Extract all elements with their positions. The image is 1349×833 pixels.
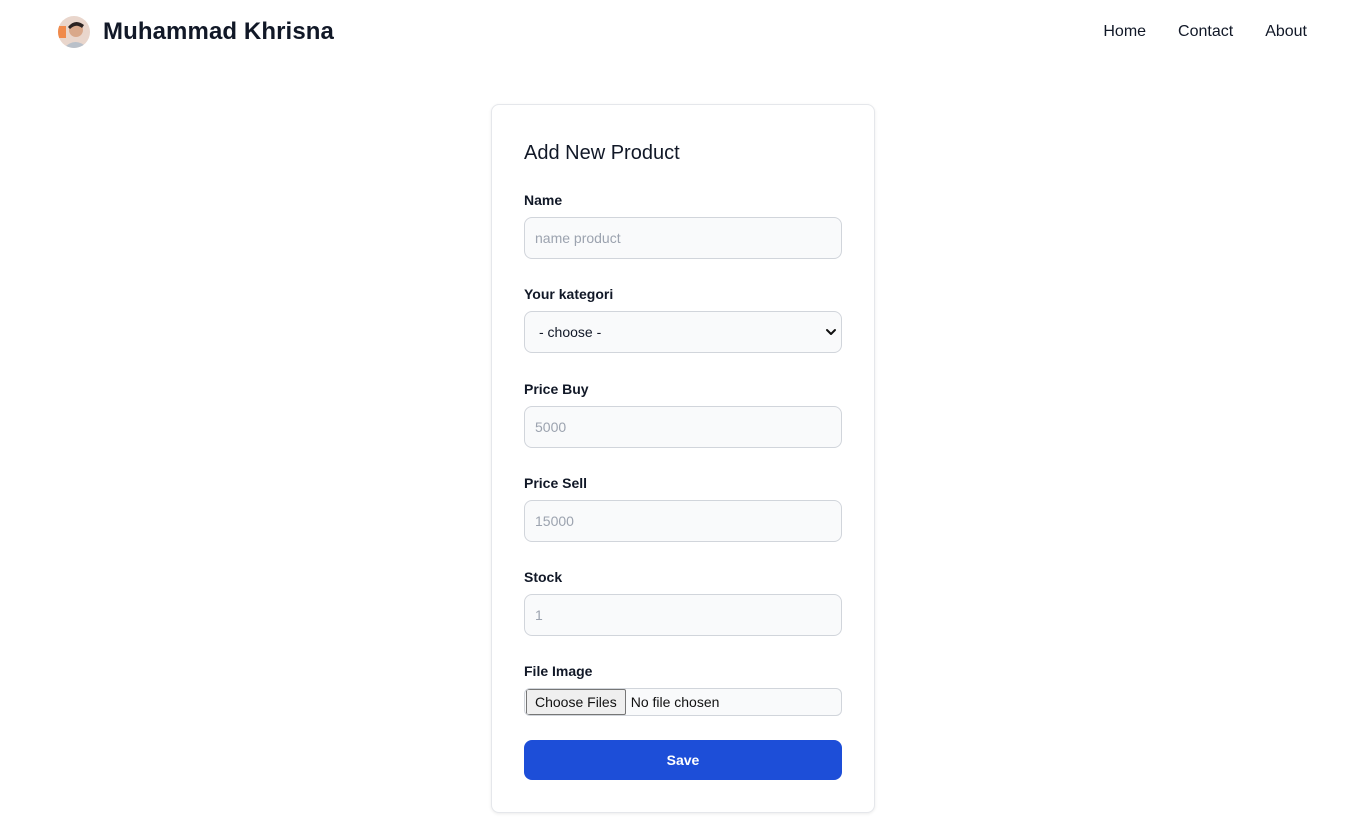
name-label: Name (524, 192, 563, 208)
choose-files-button[interactable]: Choose Files (526, 689, 626, 715)
add-product-form: Add New Product Name Your kategori - cho… (491, 104, 875, 813)
file-image-input[interactable]: Choose Files No file chosen (524, 688, 842, 716)
nav-link-home[interactable]: Home (1103, 23, 1146, 41)
form-title: Add New Product (524, 142, 680, 164)
category-select[interactable]: - choose - (524, 311, 842, 353)
nav-link-about[interactable]: About (1265, 23, 1307, 41)
category-selected-value: - choose - (539, 324, 602, 340)
file-status-text: No file chosen (630, 694, 720, 710)
price-sell-label: Price Sell (524, 475, 588, 491)
user-avatar-icon (58, 16, 90, 48)
stock-label: Stock (524, 569, 563, 585)
price-sell-input[interactable] (524, 500, 842, 542)
file-image-label: File Image (524, 663, 593, 679)
price-buy-input[interactable] (524, 406, 842, 448)
nav-links: Home Contact About (1103, 23, 1307, 41)
category-label: Your kategori (524, 286, 614, 302)
price-buy-label: Price Buy (524, 381, 589, 397)
chevron-down-icon (826, 329, 836, 335)
brand-name: Muhammad Khrisna (103, 18, 334, 45)
nav-link-contact[interactable]: Contact (1178, 23, 1233, 41)
brand-link[interactable]: Muhammad Khrisna (58, 16, 334, 48)
stock-input[interactable] (524, 594, 842, 636)
navbar: Muhammad Khrisna Home Contact About (0, 0, 1349, 66)
save-button[interactable]: Save (524, 740, 842, 780)
name-input[interactable] (524, 217, 842, 259)
